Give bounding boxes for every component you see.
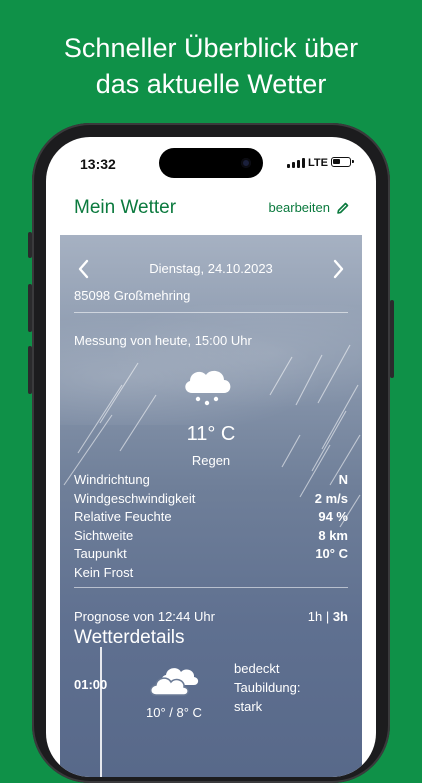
pencil-icon — [337, 202, 349, 214]
headline-line-2: das aktuelle Wetter — [95, 69, 327, 99]
forecast-title: Wetterdetails — [74, 627, 185, 648]
edit-button-label: bearbeiten — [268, 200, 330, 215]
rain-cloud-icon — [185, 370, 231, 406]
interval-separator: | — [322, 609, 333, 624]
date-navigation: Dienstag, 24.10.2023 — [60, 257, 362, 281]
app-bar: Mein Wetter bearbeiten — [60, 183, 362, 236]
date-label: Dienstag, 24.10.2023 — [149, 261, 273, 276]
dynamic-island — [159, 148, 263, 178]
divider — [74, 312, 348, 313]
phone-screen: 13:32 LTE Mein Wetter bearbeiten Diensta… — [46, 137, 376, 777]
headline: Schneller Überblick über das aktuelle We… — [0, 30, 422, 102]
timeline-line — [100, 647, 102, 777]
interval-1h-button[interactable]: 1h — [308, 609, 322, 624]
measurement-label-frost: Kein Frost — [74, 564, 134, 580]
measurement-label-dew-point: Taupunkt — [74, 546, 127, 561]
forecast-dew-label: Taubildung: — [234, 680, 301, 695]
forecast-temperature: 10° / 8° C — [146, 705, 202, 720]
phone-volume-up — [28, 284, 32, 332]
forecast-dew-value: stark — [234, 699, 263, 714]
interval-3h-button[interactable]: 3h — [333, 609, 348, 624]
forecast-time: 01:00 — [74, 677, 108, 692]
status-time: 13:32 — [80, 156, 116, 172]
forecast-condition: bedeckt — [234, 661, 280, 676]
measurement-label-wind-direction: Windrichtung — [74, 472, 150, 487]
measurement-label: Messung von heute, 15:00 Uhr — [74, 333, 252, 348]
measurement-value-wind-speed: 2 m/s — [314, 490, 348, 506]
measurement-row: Taupunkt 10° C — [74, 545, 348, 564]
weather-card: Dienstag, 24.10.2023 85098 Großmehring M… — [60, 235, 362, 777]
measurement-row: Windgeschwindigkeit 2 m/s — [74, 490, 348, 509]
status-bar: 13:32 LTE — [46, 137, 376, 183]
phone-volume-down — [28, 346, 32, 394]
signal-icon — [287, 158, 305, 168]
forecast-description: bedeckt Taubildung: stark — [234, 659, 301, 716]
measurement-row: Relative Feuchte 94 % — [74, 508, 348, 527]
forecast-interval-toggle: 1h | 3h — [308, 609, 348, 624]
divider — [74, 587, 348, 588]
forecast-label: Prognose von 12:44 Uhr — [74, 609, 215, 624]
next-day-button[interactable] — [326, 257, 350, 281]
current-temperature: 11° C — [186, 423, 236, 445]
measurement-label-humidity: Relative Feuchte — [74, 509, 172, 524]
headline-line-1: Schneller Überblick über — [63, 33, 359, 63]
measurement-row: Sichtweite 8 km — [74, 527, 348, 546]
page-title: Mein Wetter — [74, 197, 177, 218]
measurement-row: Kein Frost — [74, 564, 348, 583]
phone-power-button — [390, 300, 394, 378]
measurement-label-visibility: Sichtweite — [74, 527, 134, 543]
measurement-row: Windrichtung N — [74, 471, 348, 490]
camera-icon — [241, 158, 251, 168]
measurement-value-humidity: 94 % — [318, 509, 348, 524]
battery-icon — [331, 157, 354, 167]
measurement-label-wind-speed: Windgeschwindigkeit — [74, 490, 196, 506]
measurement-value-dew-point: 10° C — [315, 546, 348, 561]
current-condition: Regen — [191, 453, 231, 468]
measurement-list: Windrichtung N Windgeschwindigkeit 2 m/s… — [74, 471, 348, 582]
phone-mute-switch — [28, 232, 32, 258]
edit-button[interactable]: bearbeiten — [269, 200, 350, 215]
location-label: 85098 Großmehring — [74, 288, 191, 303]
overcast-cloud-icon — [150, 668, 199, 696]
measurement-value-wind-direction: N — [338, 472, 348, 487]
measurement-value-visibility: 8 km — [318, 527, 348, 543]
network-label: LTE — [308, 157, 328, 169]
